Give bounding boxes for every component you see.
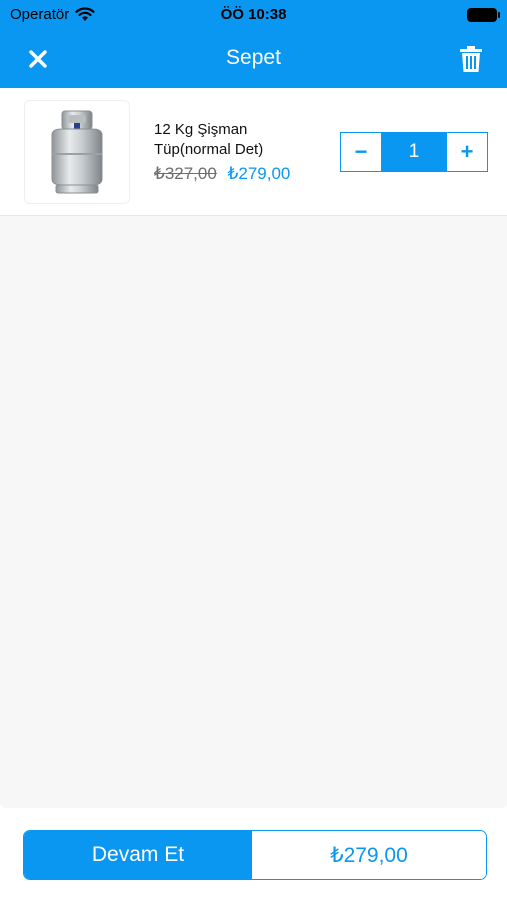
- quantity-stepper: − 1 +: [340, 132, 488, 172]
- status-time: ÖÖ 10:38: [220, 6, 287, 23]
- increase-quantity-button[interactable]: +: [447, 133, 487, 171]
- battery-icon: [467, 8, 500, 22]
- minus-icon: −: [354, 139, 368, 164]
- cart-content: 12 Kg Şişman Tüp(normal Det) ₺327,00 ₺27…: [0, 88, 507, 808]
- navigation-bar: Sepet: [0, 30, 507, 88]
- old-price: ₺327,00: [154, 164, 217, 183]
- status-bar: Operatör ÖÖ 10:38: [0, 0, 507, 30]
- top-bar: Operatör ÖÖ 10:38 Sepet: [0, 0, 507, 88]
- plus-icon: +: [460, 139, 474, 164]
- clear-cart-button[interactable]: [455, 43, 487, 75]
- product-name: 12 Kg Şişman Tüp(normal Det): [154, 121, 264, 158]
- current-price: ₺279,00: [227, 164, 291, 183]
- price-row: ₺327,00 ₺279,00: [154, 164, 290, 184]
- trash-icon: [460, 46, 482, 72]
- footer: Devam Et ₺279,00: [0, 808, 507, 900]
- quantity-value: 1: [381, 133, 447, 171]
- cart-item: 12 Kg Şişman Tüp(normal Det) ₺327,00 ₺27…: [0, 88, 507, 216]
- continue-button[interactable]: Devam Et: [24, 831, 252, 879]
- page-title: Sepet: [226, 46, 281, 69]
- decrease-quantity-button[interactable]: −: [341, 133, 381, 171]
- cart-total: ₺279,00: [252, 831, 486, 879]
- checkout-bar: Devam Et ₺279,00: [23, 830, 487, 880]
- product-image: [24, 100, 130, 204]
- gas-cylinder-image: [51, 110, 103, 194]
